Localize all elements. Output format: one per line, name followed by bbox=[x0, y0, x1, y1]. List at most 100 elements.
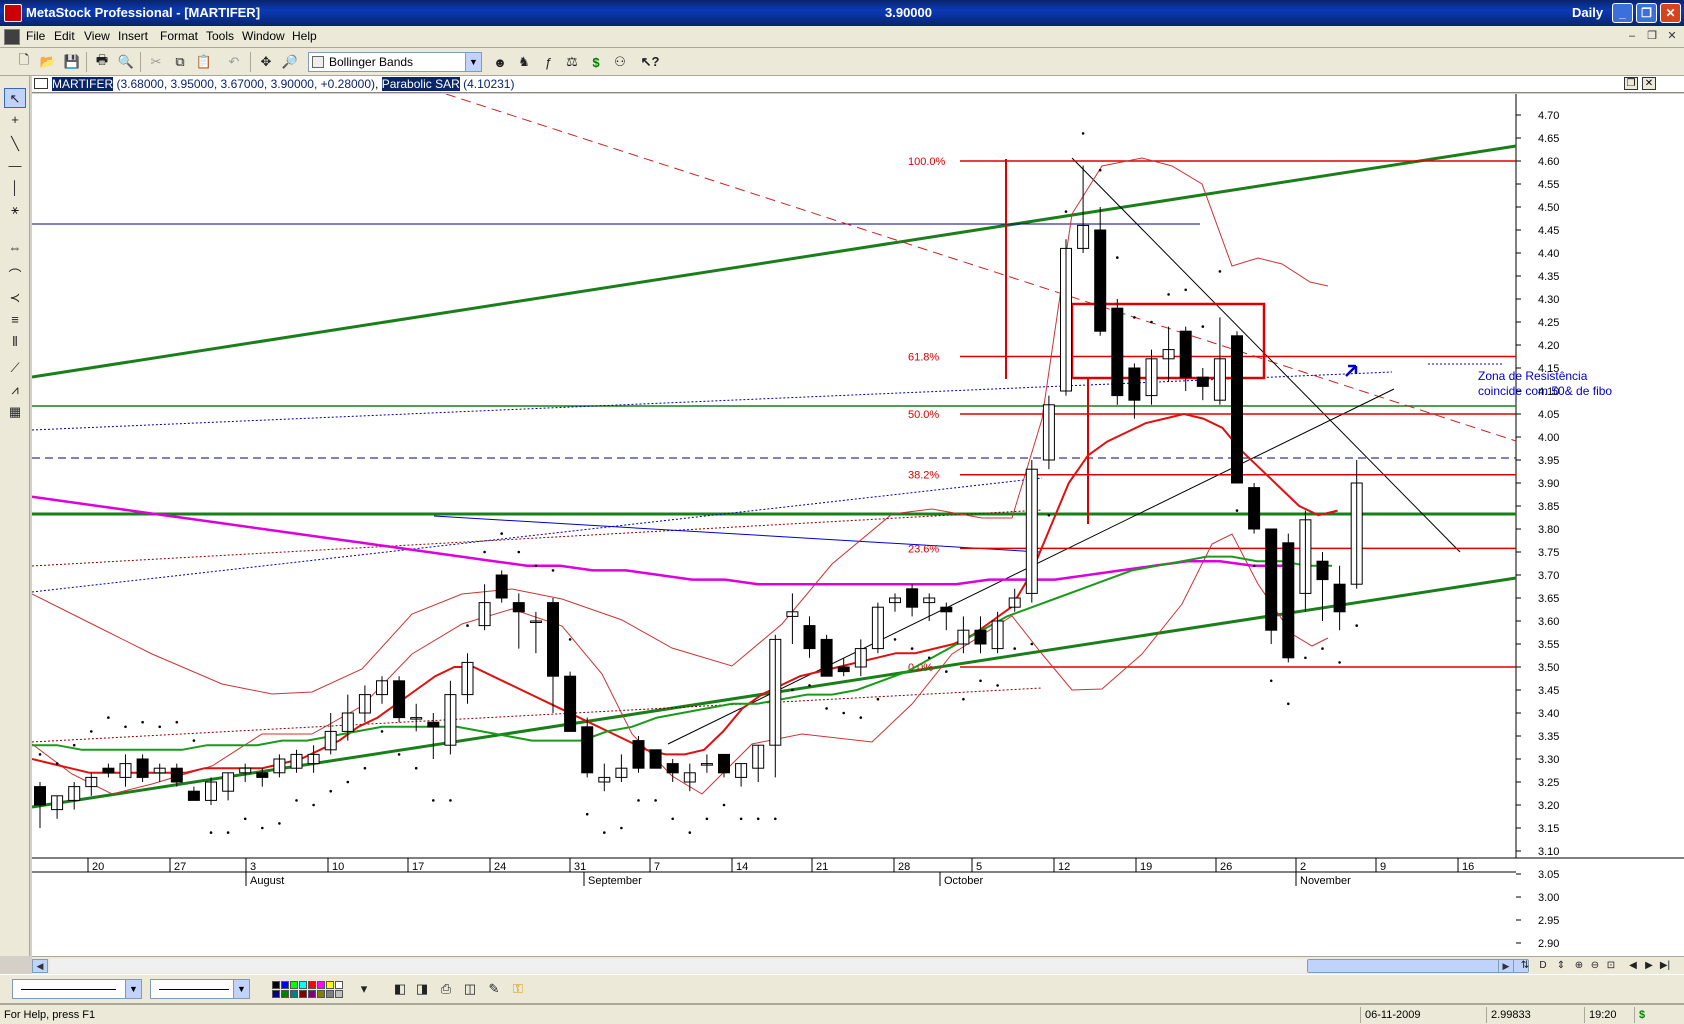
app-icon[interactable] bbox=[4, 4, 22, 22]
expert-advisor-icon[interactable]: ☻ bbox=[490, 52, 510, 72]
chevron-down-icon[interactable]: ▼ bbox=[233, 980, 249, 998]
zoom-in-icon[interactable]: ⊕ bbox=[1572, 959, 1586, 973]
object-bring-front-icon[interactable]: ◧ bbox=[390, 979, 410, 999]
sar-dot bbox=[500, 532, 504, 535]
sar-dot bbox=[1218, 270, 1222, 273]
chart-window-icon[interactable] bbox=[34, 78, 48, 89]
pointer-tool-icon[interactable]: ↖ bbox=[4, 88, 26, 108]
sar-dot bbox=[517, 550, 521, 554]
scroll-tool-icon[interactable]: ⇔ bbox=[4, 238, 26, 258]
zoom-scroll-icon[interactable]: ⇅ bbox=[1518, 959, 1532, 973]
scroll-thumb[interactable] bbox=[1307, 959, 1529, 973]
indicator-label[interactable]: Parabolic SAR bbox=[381, 77, 460, 91]
arc-tool-icon[interactable]: ⌒ bbox=[4, 266, 26, 286]
zoom-icon[interactable]: 🔎 bbox=[280, 52, 300, 72]
save-icon[interactable]: 💾 bbox=[62, 52, 82, 72]
open-folder-icon[interactable]: 📂 bbox=[38, 52, 58, 72]
end-icon[interactable]: ▶| bbox=[1658, 959, 1672, 973]
chart-close-icon[interactable]: ✕ bbox=[1642, 77, 1656, 90]
date-range-icon[interactable]: D bbox=[1536, 959, 1550, 973]
speed-lines-icon[interactable]: ⩘ bbox=[4, 380, 26, 400]
green-moving-average bbox=[32, 555, 1332, 751]
print-icon[interactable]: 🖶 bbox=[92, 52, 112, 72]
channel-tool-icon[interactable]: ⟋ bbox=[4, 358, 26, 378]
fan-tool-icon[interactable]: ≺ bbox=[4, 288, 26, 308]
chevron-down-icon[interactable]: ▼ bbox=[125, 980, 141, 998]
minimize-button[interactable]: _ bbox=[1612, 3, 1633, 23]
crosshair-tool-icon[interactable]: + bbox=[4, 110, 26, 130]
line-weight-dropdown[interactable]: ▼ bbox=[150, 979, 250, 999]
menu-insert[interactable]: Insert bbox=[118, 29, 148, 43]
binoculars-icon[interactable]: ⚇ bbox=[610, 52, 630, 72]
formula-icon[interactable]: ƒ bbox=[538, 52, 558, 72]
menu-file[interactable]: File bbox=[26, 29, 45, 43]
zoom-out-icon[interactable]: ⊖ bbox=[1588, 959, 1602, 973]
properties-icon[interactable]: ✎ bbox=[484, 979, 504, 999]
dollar-icon[interactable]: $ bbox=[586, 52, 606, 72]
object-send-back-icon[interactable]: ◨ bbox=[412, 979, 432, 999]
price-chart[interactable]: 4.70 4.65 4.60 4.55 4.50 4.45 4.40 4.35 4.30 4.25… bbox=[32, 94, 1684, 956]
y-axis-tick-label: 3.35 bbox=[1538, 731, 1559, 743]
sar-dot bbox=[1150, 320, 1153, 324]
snapshot-icon[interactable]: ⎙ bbox=[436, 979, 456, 999]
move-cursor-icon[interactable]: ✥ bbox=[256, 52, 276, 72]
trendline-tool-icon[interactable]: ╲ bbox=[4, 134, 26, 154]
undo-icon[interactable]: ↶ bbox=[224, 52, 244, 72]
context-help-icon[interactable]: ↖? bbox=[640, 52, 660, 72]
sar-dot bbox=[483, 550, 486, 554]
menu-view[interactable]: View bbox=[84, 29, 110, 43]
symbol-label[interactable]: MARTIFER bbox=[52, 77, 114, 91]
horizontal-line-tool-icon[interactable]: — bbox=[4, 156, 26, 176]
cut-icon[interactable]: ✂ bbox=[146, 52, 166, 72]
palette-dropdown-icon[interactable]: ▾ bbox=[354, 979, 374, 999]
sar-dot bbox=[910, 647, 914, 650]
menu-edit[interactable]: Edit bbox=[54, 29, 75, 43]
scroll-right-icon[interactable]: ▶ bbox=[1498, 959, 1514, 973]
step-back-icon[interactable]: ◀ bbox=[1626, 959, 1640, 973]
restore-button[interactable]: ❐ bbox=[1636, 3, 1657, 23]
vertical-line-tool-icon[interactable]: │ bbox=[4, 178, 26, 198]
x-axis-day-label: 10 bbox=[332, 861, 344, 873]
menu-help[interactable]: Help bbox=[292, 29, 317, 43]
scroll-left-icon[interactable]: ◀ bbox=[32, 959, 48, 973]
chart-legend: MARTIFER (3.68000, 3.95000, 3.67000, 3.9… bbox=[52, 77, 515, 91]
sar-dot bbox=[671, 817, 674, 821]
title-bar: MetaStock Professional - [MARTIFER] 3.90… bbox=[0, 0, 1684, 26]
mdi-minimize-icon[interactable]: – bbox=[1624, 29, 1640, 44]
explorer-icon[interactable]: ♞ bbox=[514, 52, 534, 72]
x-axis-day-label: 20 bbox=[92, 861, 104, 873]
main-toolbar: 🗋 📂 💾 🖶 🔍 ✂ ⧉ 📋 ↶ ✥ 🔎 Bollinger Bands ▼ … bbox=[0, 48, 1684, 76]
full-view-icon[interactable]: ⊡ bbox=[1604, 959, 1618, 973]
camera-icon[interactable]: ◫ bbox=[460, 979, 480, 999]
menu-window[interactable]: Window bbox=[242, 29, 285, 43]
blue-resistance-line bbox=[433, 515, 1041, 553]
time-zones-icon[interactable]: ⦀ bbox=[4, 332, 26, 352]
x-axis-month-label: November bbox=[1300, 875, 1351, 887]
cycle-tool-icon[interactable]: ⚹ bbox=[4, 200, 26, 220]
key-icon[interactable]: ⚿ bbox=[508, 979, 528, 999]
chevron-down-icon[interactable]: ▼ bbox=[465, 53, 481, 71]
chart-restore-icon[interactable]: ❐ bbox=[1624, 77, 1638, 90]
mdi-close-icon[interactable]: ✕ bbox=[1664, 29, 1680, 44]
menu-format[interactable]: Format bbox=[160, 29, 198, 43]
print-preview-icon[interactable]: 🔍 bbox=[116, 52, 136, 72]
menu-tools[interactable]: Tools bbox=[206, 29, 234, 43]
indicator-dropdown[interactable]: Bollinger Bands ▼ bbox=[308, 52, 482, 72]
paste-icon[interactable]: 📋 bbox=[194, 52, 214, 72]
color-palette[interactable] bbox=[272, 981, 352, 999]
line-style-dropdown[interactable]: ▼ bbox=[12, 979, 142, 999]
gann-grid-icon[interactable]: ▦ bbox=[4, 402, 26, 422]
step-forward-icon[interactable]: ▶ bbox=[1642, 959, 1656, 973]
sar-dot bbox=[1081, 132, 1085, 135]
style-toolbar: ▼ ▼ ▾ ◧ ◨ ⎙ ◫ ✎ ⚿ bbox=[0, 974, 1684, 1004]
zoom-fit-icon[interactable]: ⇕ bbox=[1554, 959, 1568, 973]
mdi-restore-icon[interactable]: ❐ bbox=[1644, 29, 1660, 44]
sar-dot bbox=[962, 697, 965, 701]
new-file-icon[interactable]: 🗋 bbox=[14, 52, 34, 72]
copy-icon[interactable]: ⧉ bbox=[170, 52, 190, 72]
fibonacci-retracement-icon[interactable]: ≡ bbox=[4, 310, 26, 330]
system-tester-icon[interactable]: ⚖ bbox=[562, 52, 582, 72]
sar-dot bbox=[363, 766, 367, 770]
document-icon[interactable] bbox=[4, 29, 20, 45]
close-button[interactable]: ✕ bbox=[1660, 3, 1681, 23]
